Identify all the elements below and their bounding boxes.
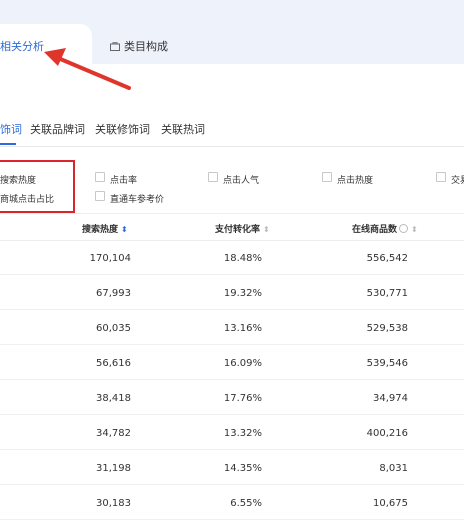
- cell-online-products: 8,031: [379, 463, 408, 474]
- analysis-panel: 饰词 关联品牌词 关联修饰词 关联热词 搜索热度 点击率 点击人气 点击热度 交…: [0, 103, 464, 520]
- cell-search-heat: 60,035: [96, 323, 131, 334]
- table-row: 170,104 18.48% 556,542: [0, 240, 464, 275]
- checkbox-click-rate[interactable]: [95, 172, 105, 182]
- cell-payment-conversion: 13.16%: [223, 323, 262, 334]
- metric-click-popularity[interactable]: 点击人气: [223, 173, 259, 186]
- cell-online-products: 556,542: [366, 253, 408, 264]
- cell-search-heat: 56,616: [96, 358, 131, 369]
- column-online-products[interactable]: 在线商品数 ⬍: [352, 222, 418, 235]
- cell-online-products: 10,675: [373, 498, 408, 509]
- checkbox-transaction[interactable]: [436, 172, 446, 182]
- column-payment-conversion[interactable]: 支付转化率 ⬍: [215, 222, 270, 235]
- cell-search-heat: 34,782: [96, 428, 131, 439]
- metric-transaction[interactable]: 交易: [451, 173, 464, 186]
- cell-search-heat: 30,183: [96, 498, 131, 509]
- cell-online-products: 530,771: [366, 288, 408, 299]
- table-row: 60,035 13.16% 529,538: [0, 310, 464, 345]
- cell-payment-conversion: 6.55%: [230, 498, 262, 509]
- column-search-heat[interactable]: 搜索热度 ⬍: [82, 222, 128, 235]
- column-payment-conversion-label: 支付转化率: [215, 225, 261, 235]
- checkbox-click-heat[interactable]: [322, 172, 332, 182]
- checkbox-ztc-reference-price[interactable]: [95, 191, 105, 201]
- tab-related-modifier-words[interactable]: 关联修饰词: [95, 121, 150, 137]
- annotation-arrow: [44, 48, 131, 90]
- cell-search-heat: 38,418: [96, 393, 131, 404]
- cell-payment-conversion: 16.09%: [223, 358, 262, 369]
- sort-icon[interactable]: ⬍: [263, 225, 270, 234]
- cell-payment-conversion: 17.76%: [223, 393, 262, 404]
- sub-tab-bar: 饰词 关联品牌词 关联修饰词 关联热词: [0, 103, 464, 147]
- table-row: 31,198 14.35% 8,031: [0, 450, 464, 485]
- cell-search-heat: 170,104: [89, 253, 131, 264]
- highlight-box: [0, 160, 75, 213]
- cell-payment-conversion: 14.35%: [223, 463, 262, 474]
- tab-related-brand-words[interactable]: 关联品牌词: [30, 121, 85, 137]
- help-icon[interactable]: [399, 224, 409, 233]
- metric-ztc-reference-price[interactable]: 直通车参考价: [110, 192, 164, 205]
- table-header: 搜索热度 ⬍ 支付转化率 ⬍ 在线商品数 ⬍: [0, 213, 464, 241]
- metric-click-rate[interactable]: 点击率: [110, 173, 137, 186]
- tab-related-hot-words[interactable]: 关联热词: [161, 121, 205, 137]
- active-tab-indicator: [0, 143, 16, 145]
- sort-desc-icon[interactable]: ⬍: [121, 225, 128, 234]
- checkbox-click-popularity[interactable]: [208, 172, 218, 182]
- cell-payment-conversion: 19.32%: [223, 288, 262, 299]
- table-row: 34,782 13.32% 400,216: [0, 415, 464, 450]
- column-online-products-label: 在线商品数: [352, 225, 398, 235]
- cell-online-products: 400,216: [366, 428, 408, 439]
- cell-search-heat: 67,993: [96, 288, 131, 299]
- table-row: 38,418 17.76% 34,974: [0, 380, 464, 415]
- table-row: 56,616 16.09% 539,546: [0, 345, 464, 380]
- table-row: 67,993 19.32% 530,771: [0, 275, 464, 310]
- column-search-heat-label: 搜索热度: [82, 225, 119, 235]
- cell-online-products: 529,538: [366, 323, 408, 334]
- metric-click-heat[interactable]: 点击热度: [337, 173, 373, 186]
- table-row: 30,183 6.55% 10,675: [0, 485, 464, 520]
- cell-payment-conversion: 13.32%: [223, 428, 262, 439]
- cell-search-heat: 31,198: [96, 463, 131, 474]
- tab-modifier-words[interactable]: 饰词: [0, 121, 22, 137]
- cell-online-products: 34,974: [373, 393, 408, 404]
- cell-payment-conversion: 18.48%: [223, 253, 262, 264]
- cell-online-products: 539,546: [366, 358, 408, 369]
- sort-icon[interactable]: ⬍: [411, 225, 418, 234]
